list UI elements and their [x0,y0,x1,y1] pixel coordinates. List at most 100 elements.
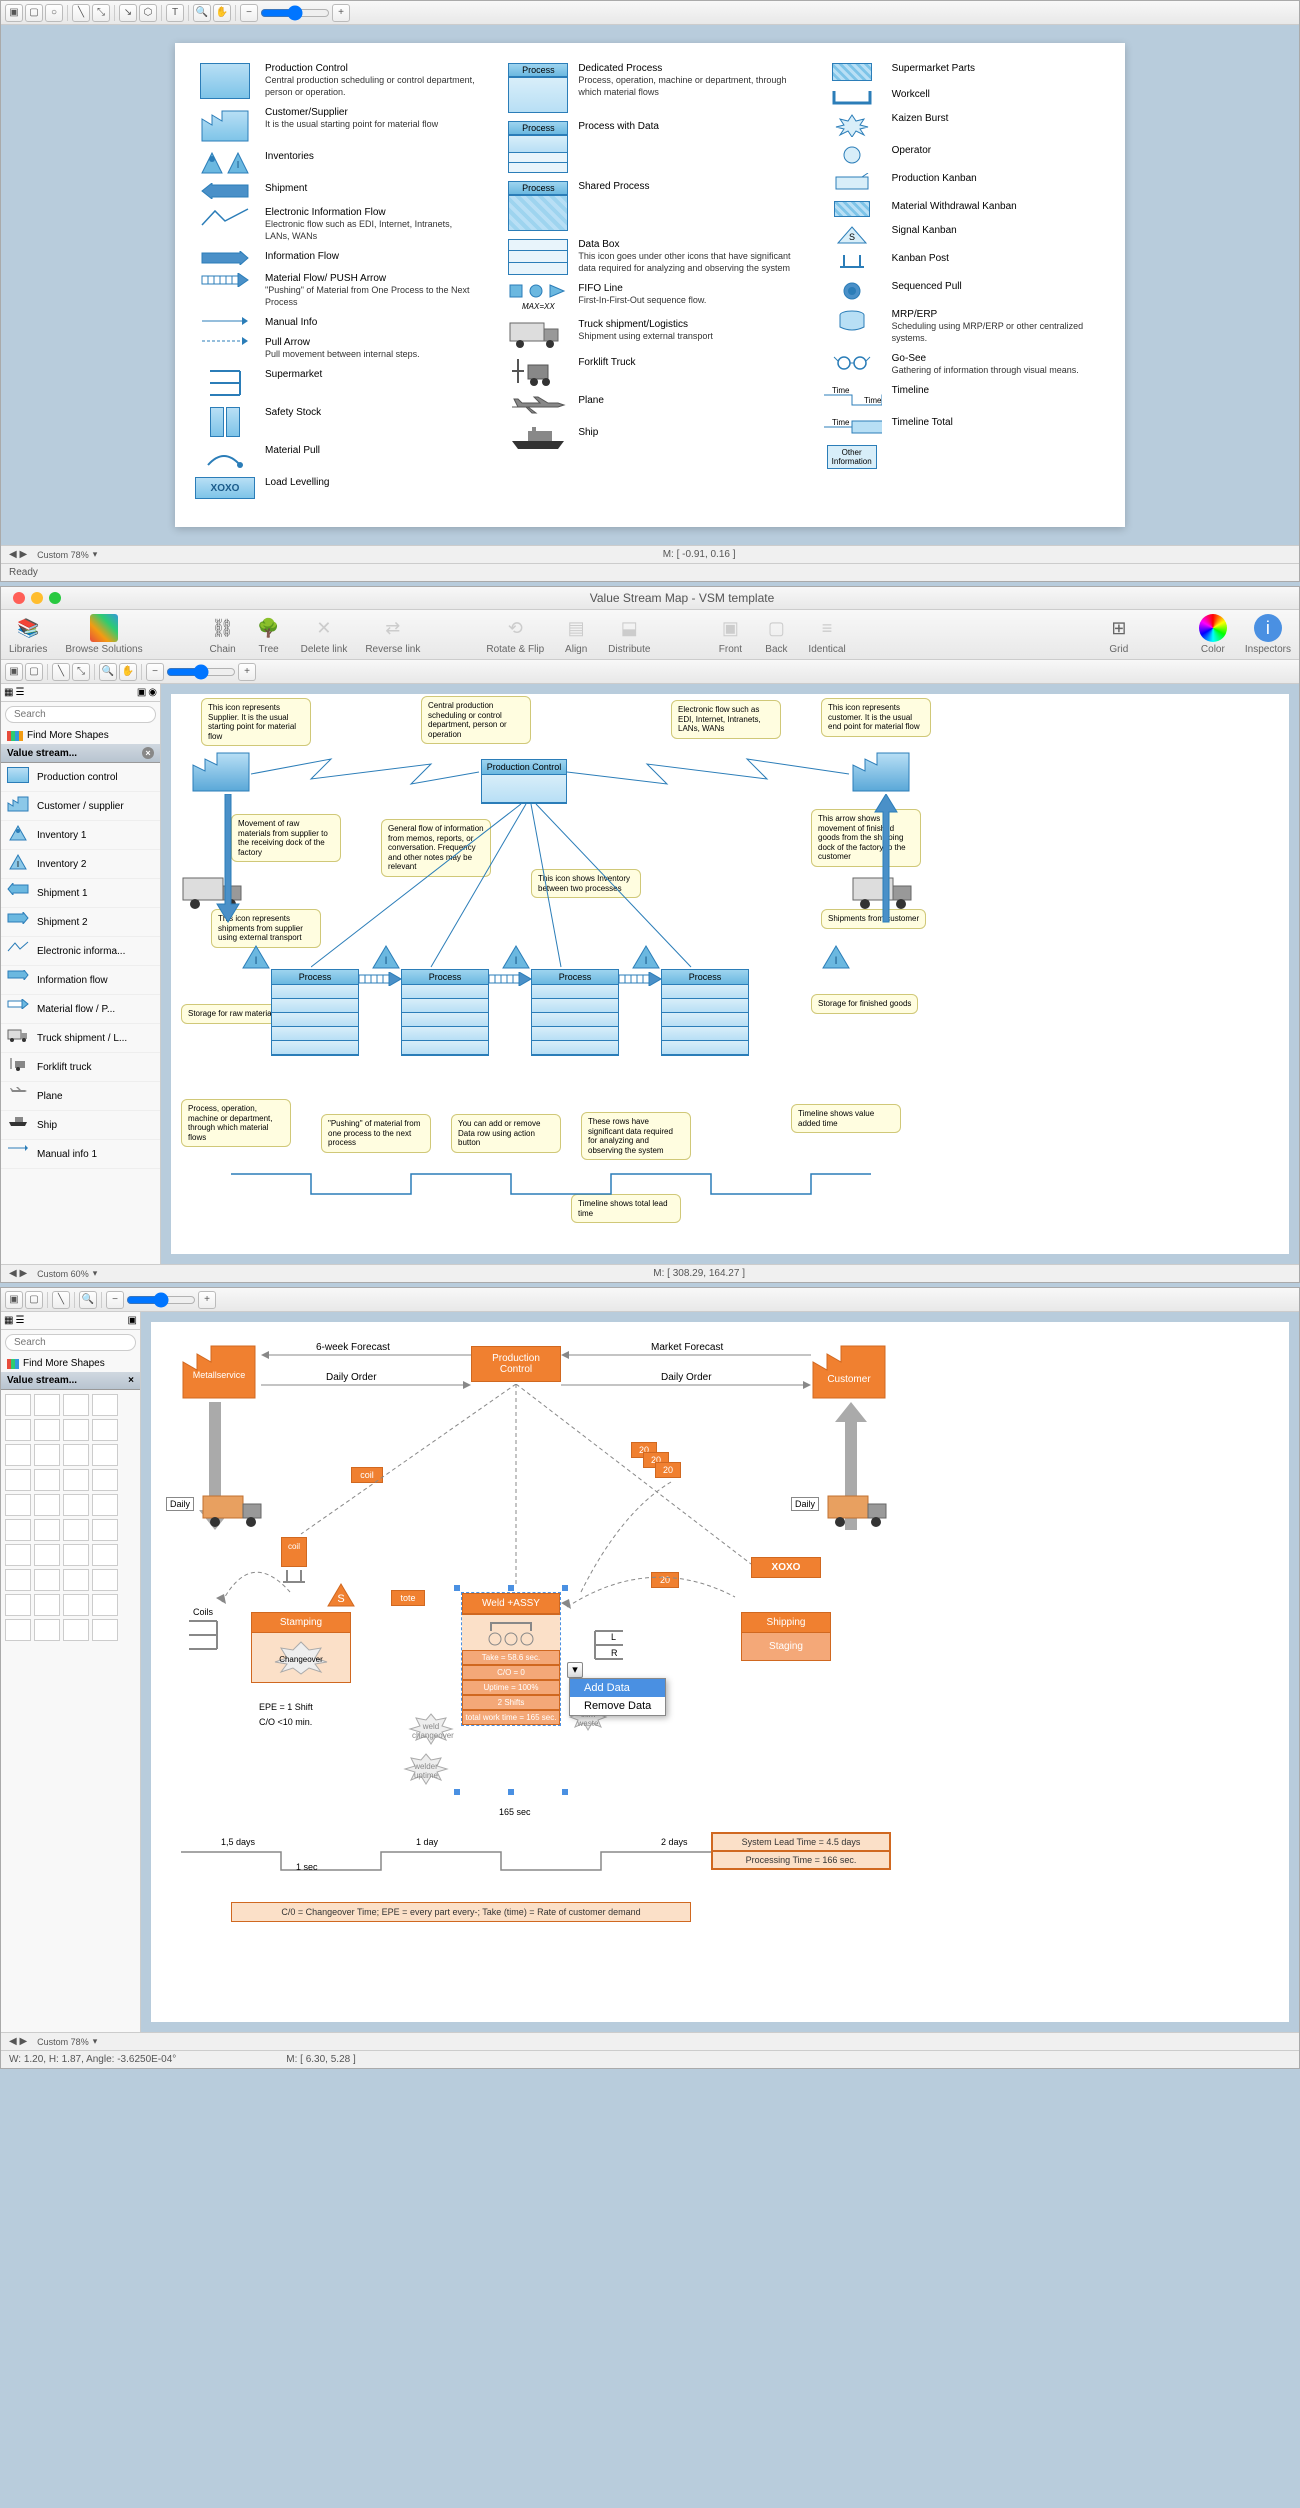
sb3-v3[interactable]: ▣ [128,1315,137,1326]
tb-browse[interactable]: Browse Solutions [65,614,142,655]
grid-shape[interactable] [34,1594,60,1616]
truck-3-l[interactable] [201,1492,271,1528]
tool-shape[interactable]: ▢ [25,663,43,681]
tool-hand[interactable]: ✋ [213,4,231,22]
grid-shape[interactable] [34,1469,60,1491]
tool-arrow[interactable]: ↘ [119,4,137,22]
tool3-zo[interactable]: − [106,1291,124,1309]
zoom-slider-1[interactable] [260,5,330,21]
grid-shape[interactable] [34,1619,60,1641]
zoom-slider-2[interactable] [166,664,236,680]
sb-btn4[interactable]: ◉ [148,687,157,698]
tb-chain[interactable]: ⛓Chain [209,614,237,655]
sidebar-item-ship[interactable]: Ship [1,1111,160,1140]
sidebar-item-shipment-1[interactable]: Shipment 1 [1,879,160,908]
supplier-factory[interactable] [191,749,251,793]
prod-control-box[interactable]: Production Control [481,759,567,804]
xoxo-box[interactable]: XOXO [751,1557,821,1578]
grid-shape[interactable] [34,1569,60,1591]
grid-shape[interactable] [63,1494,89,1516]
tb-delete-link[interactable]: ✕Delete link [301,614,348,655]
menu-add-data[interactable]: Add Data [570,1679,665,1697]
tb-color[interactable]: Color [1199,614,1227,655]
lib-header-3[interactable]: Value stream...× [1,1372,140,1390]
stamping-box[interactable]: Stamping Changeover [251,1612,351,1683]
sidebar-item-inventory-1[interactable]: Inventory 1 [1,821,160,850]
grid-shape[interactable] [63,1469,89,1491]
grid-shape[interactable] [34,1544,60,1566]
weld-box[interactable]: Weld +ASSY Take = 58.6 sec. C/O = 0 Upti… [461,1592,561,1726]
tool-text[interactable]: T [166,4,184,22]
customer-factory[interactable] [851,749,911,793]
tool-zoom[interactable]: 🔍 [193,4,211,22]
find-more-shapes-2[interactable]: Find More Shapes [1,727,160,744]
grid-shape[interactable] [5,1419,31,1441]
tool-conn2[interactable]: ⤡ [72,663,90,681]
grid-shape[interactable] [5,1519,31,1541]
tb-grid[interactable]: ⊞Grid [1105,614,1133,655]
grid-shape[interactable] [92,1419,118,1441]
grid-shape[interactable] [34,1519,60,1541]
sb3-v1[interactable]: ▦ [4,1315,13,1326]
process-4[interactable]: Process [661,969,749,1056]
shipping-box[interactable]: Shipping Staging [741,1612,831,1661]
canvas-3[interactable]: Metallservice Production Control Custome… [151,1322,1289,2022]
grid-shape[interactable] [5,1469,31,1491]
grid-shape[interactable] [5,1494,31,1516]
grid-shape[interactable] [5,1569,31,1591]
grid-shape[interactable] [63,1544,89,1566]
tb-rotate[interactable]: ⟲Rotate & Flip [486,614,544,655]
tool-zoom-out[interactable]: − [240,4,258,22]
signal-kanban[interactable]: S [326,1582,356,1608]
tool3-1[interactable]: ▣ [5,1291,23,1309]
sidebar-item-production-control[interactable]: Production control [1,763,160,792]
grid-shape[interactable] [5,1619,31,1641]
grid-shape[interactable] [92,1519,118,1541]
tb-front[interactable]: ▣Front [716,614,744,655]
grid-shape[interactable] [5,1444,31,1466]
tb-reverse[interactable]: ⇄Reverse link [365,614,420,655]
tool3-3[interactable]: ╲ [52,1291,70,1309]
tool-conn1[interactable]: ⤡ [92,4,110,22]
grid-shape[interactable] [92,1544,118,1566]
grid-shape[interactable] [92,1394,118,1416]
grid-shape[interactable] [63,1619,89,1641]
tb-identical[interactable]: ≡Identical [808,614,845,655]
metall-factory[interactable]: Metallservice [181,1342,257,1400]
process-1[interactable]: Process [271,969,359,1056]
grid-shape[interactable] [34,1394,60,1416]
tool-zoomin2[interactable]: + [238,663,256,681]
canvas-2[interactable]: This icon represents Supplier. It is the… [171,694,1289,1254]
grid-shape[interactable] [63,1419,89,1441]
sidebar-item-customer-supplier[interactable]: Customer / supplier [1,792,160,821]
lib-header-2[interactable]: Value stream...× [1,744,160,763]
tb-align[interactable]: ▤Align [562,614,590,655]
grid-shape[interactable] [63,1444,89,1466]
search-input-3[interactable] [5,1334,136,1351]
sb3-v2[interactable]: ☰ [15,1315,24,1326]
grid-shape[interactable] [92,1569,118,1591]
grid-shape[interactable] [63,1394,89,1416]
sb-view2[interactable]: ☰ [15,687,24,698]
tool-zoomout2[interactable]: − [146,663,164,681]
sidebar-item-plane[interactable]: Plane [1,1082,160,1111]
action-button[interactable]: ▾ [567,1662,583,1678]
tool-line[interactable]: ╲ [72,4,90,22]
tb-libraries[interactable]: 📚Libraries [9,614,47,655]
customer-factory-3[interactable]: Customer [811,1342,887,1400]
tote-label[interactable]: tote [391,1590,425,1606]
sidebar-item-material-flow-p-[interactable]: Material flow / P... [1,995,160,1024]
tool-select[interactable]: ▣ [5,663,23,681]
process-2[interactable]: Process [401,969,489,1056]
grid-shape[interactable] [63,1569,89,1591]
sidebar-item-electronic-informa-[interactable]: Electronic informa... [1,937,160,966]
grid-shape[interactable] [63,1594,89,1616]
tb-tree[interactable]: 🌳Tree [255,614,283,655]
find-more-3[interactable]: Find More Shapes [1,1355,140,1372]
sidebar-item-truck-shipment-l-[interactable]: Truck shipment / L... [1,1024,160,1053]
sb-view1[interactable]: ▦ [4,687,13,698]
sidebar-item-inventory-2[interactable]: IInventory 2 [1,850,160,879]
tool-zoom2[interactable]: 🔍 [99,663,117,681]
grid-shape[interactable] [92,1469,118,1491]
tb-inspectors[interactable]: iInspectors [1245,614,1291,655]
